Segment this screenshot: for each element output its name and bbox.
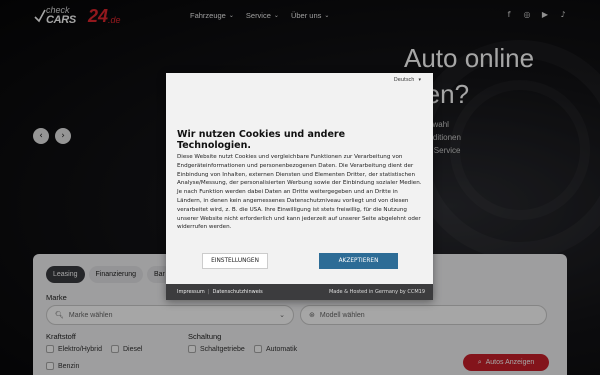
cookie-accept-button[interactable]: AKZEPTIEREN xyxy=(319,253,398,269)
cookie-dialog: Deutsch ▾ Wir nutzen Cookies und andere … xyxy=(166,73,433,300)
impressum-link[interactable]: Impressum xyxy=(177,289,205,295)
cookie-settings-button[interactable]: EINSTELLUNGEN xyxy=(202,253,268,269)
cookie-title: Wir nutzen Cookies und andere Technologi… xyxy=(177,129,346,151)
datenschutz-link[interactable]: Datenschutzhinweis xyxy=(212,289,262,295)
footer-separator: | xyxy=(207,289,210,295)
cookie-footer: Impressum | Datenschutzhinweis Made & Ho… xyxy=(166,284,433,300)
chevron-down-icon: ▾ xyxy=(418,77,421,83)
cookie-text: Diese Website nutzt Cookies und vergleic… xyxy=(177,154,422,231)
language-select[interactable]: Deutsch ▾ xyxy=(394,77,421,83)
cookie-footer-links: Impressum | Datenschutzhinweis xyxy=(177,289,263,295)
hosted-by-text: Made & Hosted in Germany by CCM19 xyxy=(328,289,425,295)
language-label: Deutsch xyxy=(393,77,415,83)
